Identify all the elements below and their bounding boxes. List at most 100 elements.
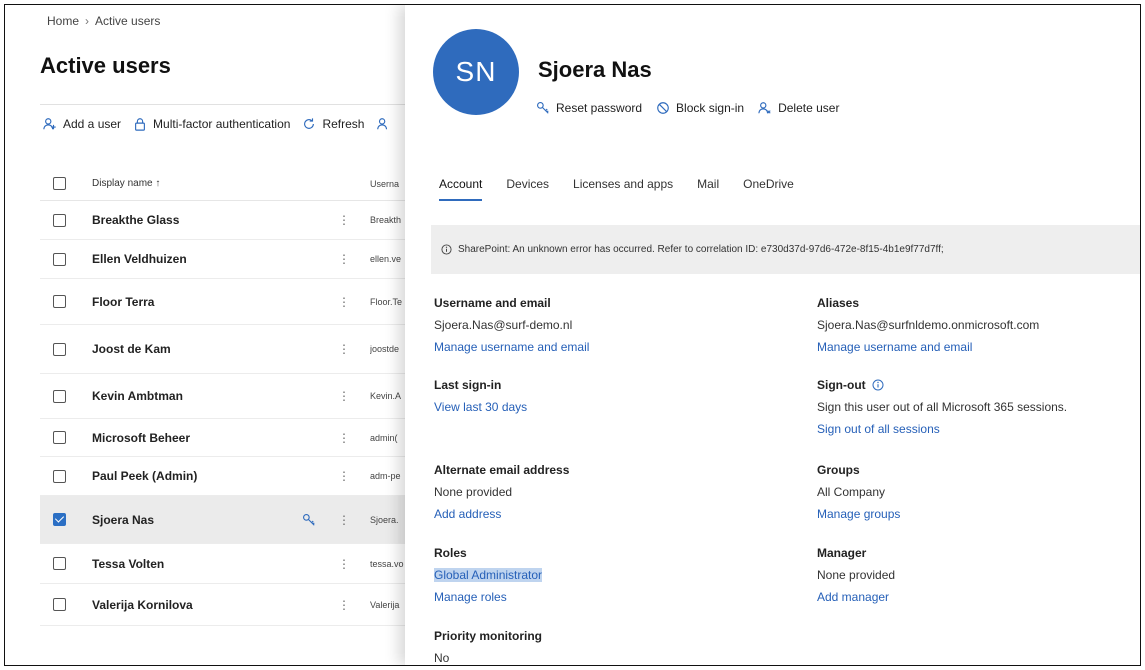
add-address-link[interactable]: Add address (434, 503, 569, 525)
row-checkbox-checked[interactable] (53, 513, 66, 526)
row-checkbox[interactable] (53, 213, 66, 227)
priority-monitoring-section: Priority monitoring No (434, 625, 542, 665)
user-display-name: Sjoera Nas (538, 57, 652, 82)
manager-value: None provided (817, 568, 896, 582)
column-display-name[interactable]: Display name ↑ (92, 178, 160, 189)
signout-value: Sign this user out of all Microsoft 365 … (817, 400, 1068, 414)
manage-username-link[interactable]: Manage username and email (434, 336, 589, 358)
table-header: Display name ↑ Userna (40, 167, 405, 201)
signout-section: Sign-out Sign this user out of all Micro… (817, 374, 1067, 440)
more-options-icon[interactable]: ⋮ (338, 214, 350, 226)
refresh-button[interactable]: Refresh (302, 117, 364, 131)
row-checkbox[interactable] (53, 557, 66, 570)
row-checkbox[interactable] (53, 389, 66, 403)
row-display-name[interactable]: Valerija Kornilova (92, 598, 193, 612)
more-options-icon[interactable]: ⋮ (338, 514, 350, 526)
row-username: adm-pe (370, 471, 401, 481)
row-display-name[interactable]: Floor Terra (92, 295, 154, 309)
block-signin-button[interactable]: Block sign-in (656, 101, 744, 115)
detail-tabs: Account Devices Licenses and apps Mail O… (439, 177, 818, 201)
aliases-section: Aliases Sjoera.Nas@surfnldemo.onmicrosof… (817, 292, 1039, 358)
lock-icon (135, 118, 145, 131)
breadcrumb-current: Active users (95, 13, 161, 28)
row-display-name[interactable]: Joost de Kam (92, 342, 171, 356)
manager-label: Manager (817, 546, 867, 560)
avatar: SN (433, 29, 519, 115)
tab-account[interactable]: Account (439, 177, 483, 201)
row-checkbox[interactable] (53, 598, 66, 611)
info-icon (441, 244, 452, 255)
tab-licenses-and-apps[interactable]: Licenses and apps (573, 177, 673, 199)
manager-section: Manager None provided Add manager (817, 542, 895, 608)
breadcrumb-home[interactable]: Home (47, 14, 79, 28)
more-options-icon[interactable]: ⋮ (338, 390, 350, 402)
row-checkbox[interactable] (53, 295, 66, 308)
table-row[interactable]: Joost de Kam ⋮ joostde (40, 325, 405, 374)
row-display-name[interactable]: Paul Peek (Admin) (92, 469, 197, 483)
row-checkbox[interactable] (53, 342, 66, 356)
reset-password-button[interactable]: Reset password (536, 101, 642, 115)
signout-label: Sign-out (817, 378, 866, 392)
sign-out-all-sessions-link[interactable]: Sign out of all sessions (817, 418, 1067, 440)
delete-user-button[interactable]: Delete user (758, 101, 839, 115)
key-icon[interactable] (302, 513, 316, 527)
tab-onedrive[interactable]: OneDrive (743, 177, 794, 199)
row-username: Breakth (370, 215, 402, 225)
more-options-icon[interactable]: ⋮ (338, 296, 350, 308)
table-row[interactable]: Breakthe Glass ⋮ Breakth (40, 201, 405, 240)
table-row-selected[interactable]: Sjoera Nas ⋮ Sjoera. (40, 496, 405, 544)
more-options-icon[interactable]: ⋮ (338, 432, 350, 444)
select-all-checkbox[interactable] (53, 177, 66, 190)
row-username: ellen.ve (370, 254, 402, 264)
table-row[interactable]: Ellen Veldhuizen ⋮ ellen.ve (40, 240, 405, 279)
table-row[interactable]: Microsoft Beheer ⋮ admin( (40, 419, 405, 457)
view-last-30-days-link[interactable]: View last 30 days (434, 396, 527, 418)
user-detail-panel: SN Sjoera Nas Reset password Block sign-… (405, 5, 1140, 665)
table-row[interactable]: Tessa Volten ⋮ tessa.vo (40, 544, 405, 584)
more-options-icon[interactable]: ⋮ (338, 253, 350, 265)
active-users-page: Home › Active users Active users Add a use… (5, 5, 405, 665)
user-actions: Reset password Block sign-in Delete user (536, 101, 853, 115)
page-title: Active users (40, 53, 171, 78)
aliases-label: Aliases (817, 296, 860, 310)
info-icon[interactable] (872, 379, 884, 391)
block-icon (657, 102, 669, 114)
manage-aliases-link[interactable]: Manage username and email (817, 336, 1039, 358)
groups-label: Groups (817, 463, 860, 477)
more-options-icon[interactable]: ⋮ (338, 558, 350, 570)
row-username: admin( (370, 432, 398, 443)
manage-groups-link[interactable]: Manage groups (817, 503, 900, 525)
row-checkbox[interactable] (53, 469, 66, 483)
row-display-name[interactable]: Breakthe Glass (92, 213, 179, 227)
alternate-email-value: None provided (434, 485, 513, 499)
row-display-name[interactable]: Tessa Volten (92, 557, 164, 571)
row-display-name[interactable]: Sjoera Nas (92, 513, 154, 527)
person-icon[interactable] (376, 117, 390, 131)
row-display-name[interactable]: Kevin Ambtman (92, 389, 183, 403)
table-row[interactable]: Paul Peek (Admin) ⋮ adm-pe (40, 457, 405, 496)
breadcrumb: Home › Active users (47, 13, 160, 28)
username-section: Username and email Sjoera.Nas@surf-demo.… (434, 292, 589, 358)
more-options-icon[interactable]: ⋮ (338, 599, 350, 611)
row-checkbox[interactable] (53, 252, 66, 266)
row-username: tessa.vo (370, 558, 404, 569)
mfa-button[interactable]: Multi-factor authentication (133, 117, 290, 131)
users-table: Display name ↑ Userna Breakthe Glass ⋮ B… (40, 167, 405, 626)
tab-mail[interactable]: Mail (697, 177, 719, 199)
manage-roles-link[interactable]: Manage roles (434, 586, 542, 608)
column-username[interactable]: Userna (370, 179, 405, 189)
signout-label-row: Sign-out (817, 374, 1067, 396)
more-options-icon[interactable]: ⋮ (338, 470, 350, 482)
table-row[interactable]: Kevin Ambtman ⋮ Kevin.A (40, 374, 405, 419)
table-row[interactable]: Valerija Kornilova ⋮ Valerija (40, 584, 405, 626)
row-checkbox[interactable] (53, 431, 66, 444)
row-display-name[interactable]: Ellen Veldhuizen (92, 252, 187, 266)
more-options-icon[interactable]: ⋮ (338, 343, 350, 355)
tab-devices[interactable]: Devices (506, 177, 549, 199)
aliases-value: Sjoera.Nas@surfnldemo.onmicrosoft.com (817, 318, 1040, 332)
add-user-button[interactable]: Add a user (43, 117, 121, 131)
add-manager-link[interactable]: Add manager (817, 586, 895, 608)
table-row[interactable]: Floor Terra ⋮ Floor.Te (40, 279, 405, 325)
row-display-name[interactable]: Microsoft Beheer (92, 431, 190, 445)
last-signin-label: Last sign-in (434, 378, 502, 392)
